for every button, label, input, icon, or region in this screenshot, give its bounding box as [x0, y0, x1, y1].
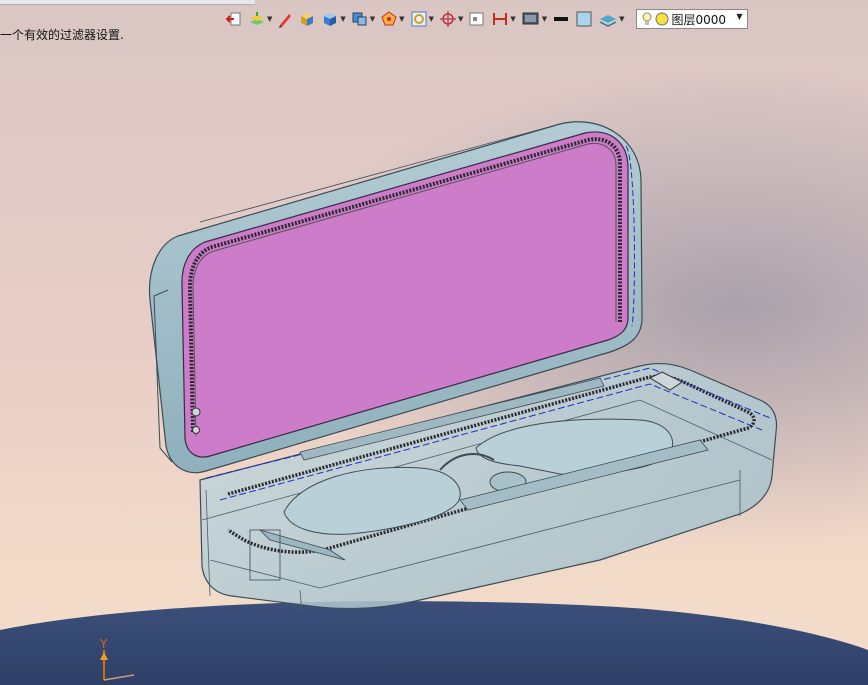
color-swatch-icon — [576, 11, 592, 27]
layer-select[interactable]: 图层0000 ▼ — [635, 9, 748, 29]
top-tab-strip — [0, 0, 255, 5]
view-toolbar: ▼ ▼ ▼ ▼ ▼ ▼ ▼ ▼ ▼ 图层0000 ▼ — [225, 7, 823, 31]
layer-stack-button[interactable]: ▼ — [598, 8, 625, 30]
shaded-solid-button[interactable] — [298, 8, 316, 30]
view-orient-button[interactable]: ▼ — [351, 8, 375, 30]
solid-view-button[interactable]: ▼ — [321, 8, 346, 30]
snap-target-icon — [439, 11, 456, 27]
box-yellow-icon — [301, 13, 314, 26]
lightbulb-icon — [642, 12, 652, 25]
pencil-icon — [279, 14, 292, 28]
section-button[interactable]: ▼ — [491, 8, 516, 30]
section-icon — [493, 13, 508, 25]
color-button[interactable] — [575, 8, 593, 30]
3d-viewport[interactable]: Y 一个有效的过滤器设置. ▼ ▼ ▼ ▼ ▼ ▼ ▼ ▼ ▼ 图层0000 ▼ — [0, 0, 868, 685]
display-icon — [469, 12, 484, 26]
polygon-button[interactable]: ▼ — [380, 8, 405, 30]
view-cube-icon — [352, 12, 367, 26]
status-message: 一个有效的过滤器设置. — [0, 28, 124, 42]
axis-y-label: Y — [99, 637, 108, 651]
chevron-down-icon[interactable]: ▼ — [736, 12, 742, 21]
render-mode-icon — [522, 12, 539, 25]
layer-name: 图层0000 — [671, 12, 727, 27]
frame-button[interactable]: ▼ — [410, 8, 434, 30]
display-button[interactable] — [468, 8, 486, 30]
exit-button[interactable] — [225, 8, 243, 30]
ground-plane — [0, 601, 868, 685]
layers-icon — [250, 12, 264, 25]
case-model-scene[interactable]: Y — [0, 0, 868, 685]
layer-manager-button[interactable]: ▼ — [248, 8, 272, 30]
frame-icon — [411, 11, 427, 27]
box-blue-icon — [324, 13, 337, 26]
line-weight-button[interactable] — [552, 8, 570, 30]
sketch-button[interactable] — [277, 8, 293, 30]
layer-color-icon — [655, 12, 669, 26]
exit-icon — [225, 12, 241, 26]
layer-stack-icon — [599, 15, 617, 27]
render-mode-button[interactable]: ▼ — [521, 8, 547, 30]
polygon-icon — [381, 11, 397, 26]
line-weight-icon — [554, 17, 569, 21]
snap-button[interactable]: ▼ — [439, 8, 463, 30]
